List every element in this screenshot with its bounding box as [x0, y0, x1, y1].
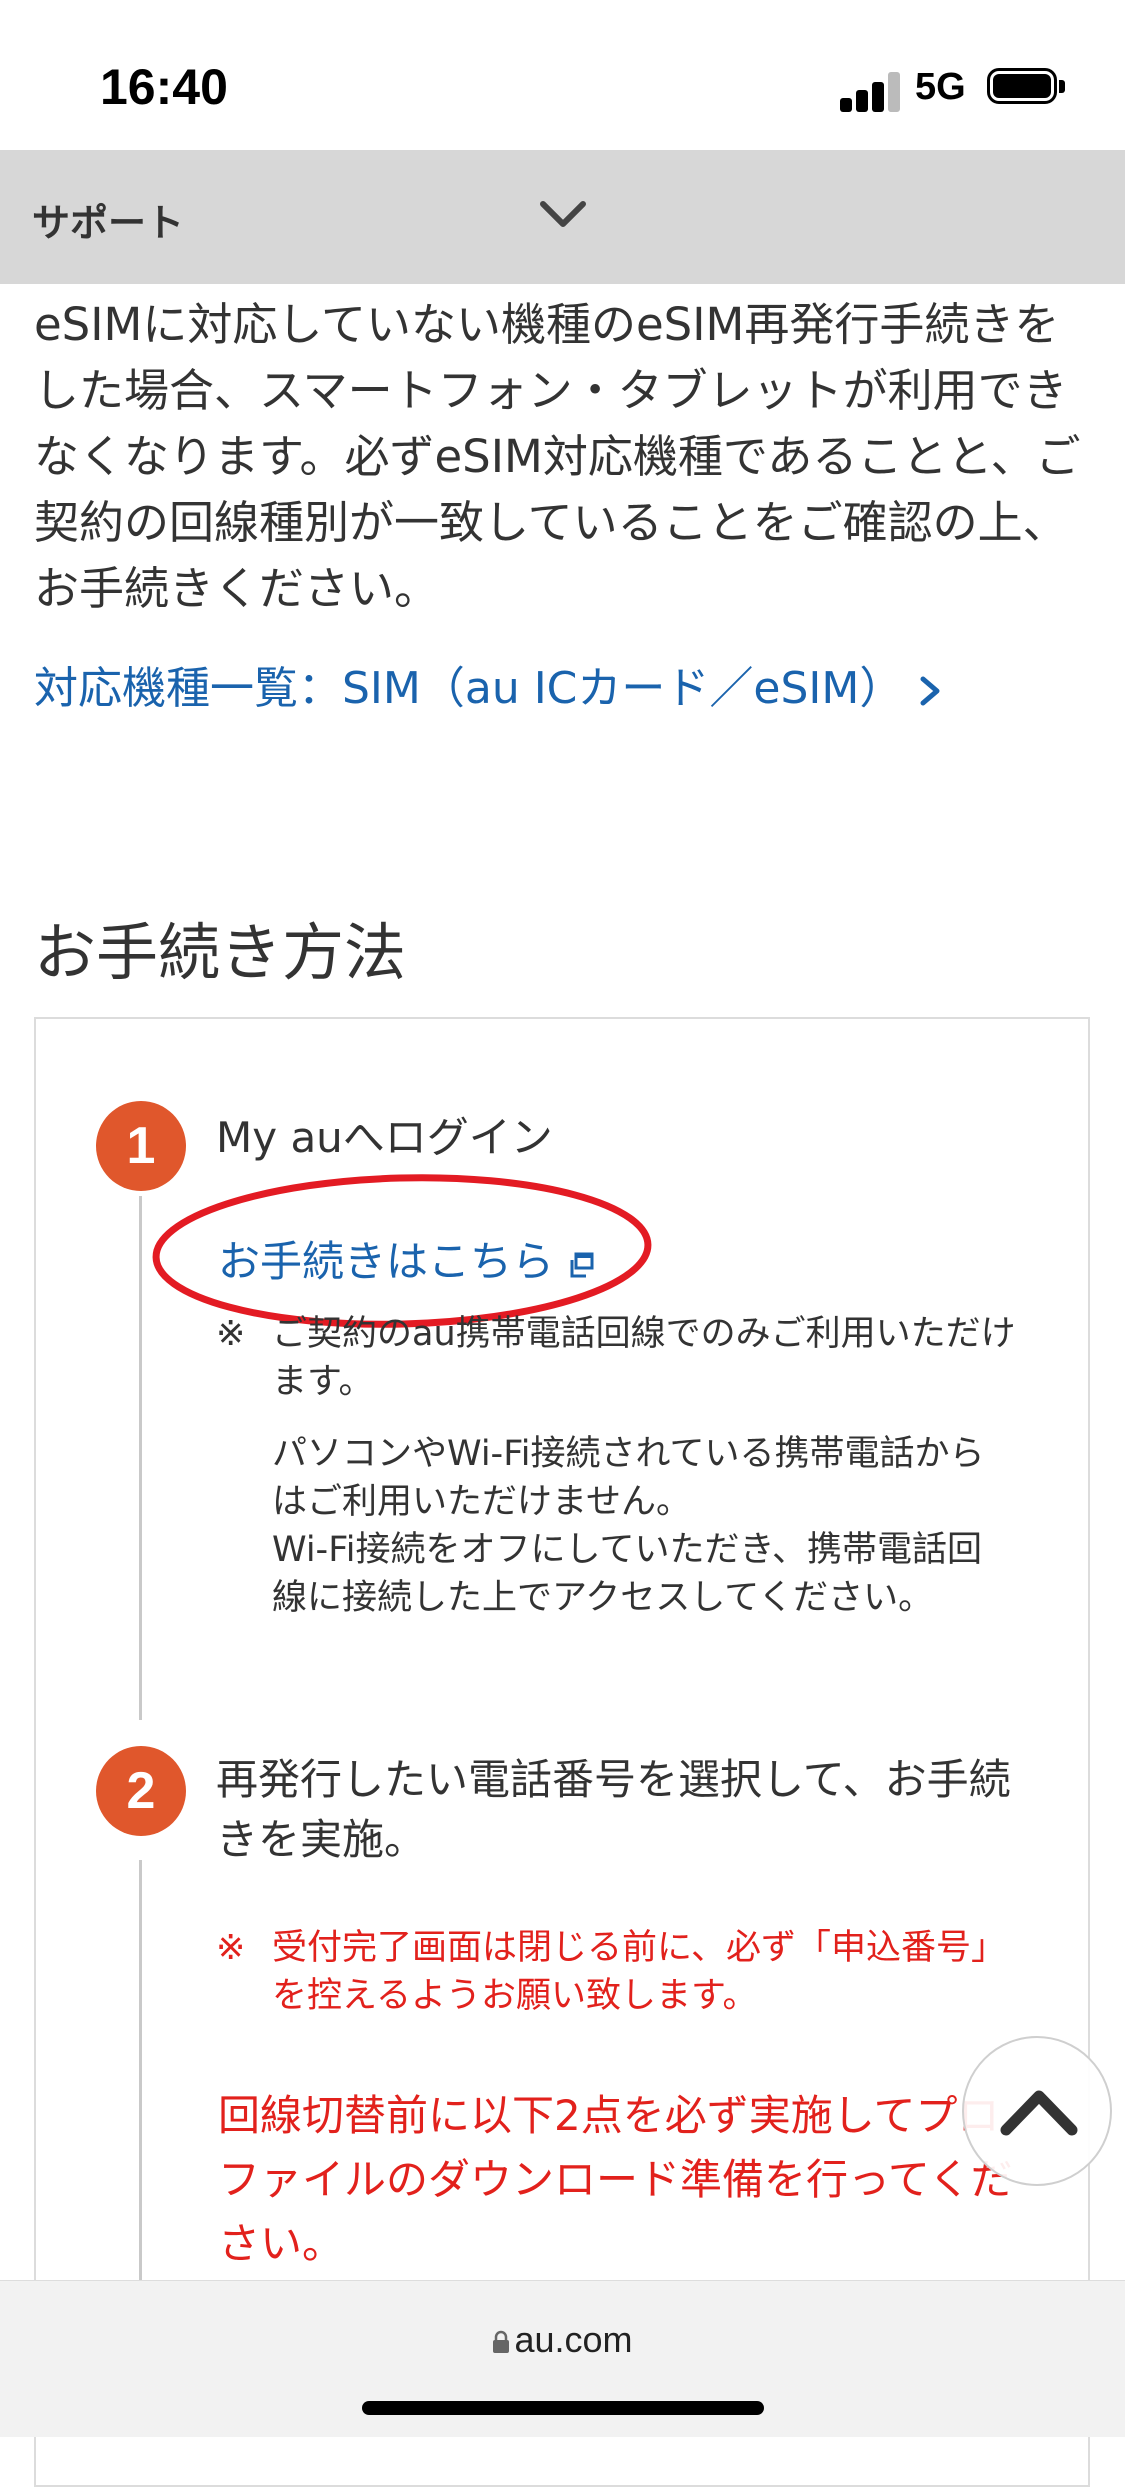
battery-icon: [987, 68, 1067, 108]
procedure-link-label: お手続きはこちら: [218, 1237, 555, 1286]
step-2-badge: 2: [96, 1746, 186, 1836]
step-2-title: 再発行したい電話番号を選択して、お手続きを実施。: [216, 1755, 1011, 1864]
external-window-icon: [570, 1252, 594, 1277]
status-bar: 16:40 5G: [0, 0, 1125, 150]
browser-url-bar[interactable]: au.com: [0, 2280, 1125, 2437]
chevron-up-icon: [1000, 2090, 1078, 2136]
status-time: 16:40: [100, 59, 228, 115]
step-1-badge: 1: [96, 1101, 186, 1191]
support-label: サポート: [32, 201, 185, 245]
step-1-note: ※ ご契約のau携帯電話回線でのみご利用いただけます。 パソコンやWi-Fi接続…: [216, 1310, 1016, 1622]
note-mark: ※: [216, 1314, 246, 1354]
compatible-models-link[interactable]: 対応機種一覧：SIM（au ICカード／eSIM）: [34, 652, 1094, 716]
lock-icon: [493, 2330, 510, 2353]
signal-icon: [840, 70, 910, 112]
step-1-note-line2: パソコンやWi-Fi接続されている携帯電話からはご利用いただけません。: [272, 1434, 985, 1522]
section-title: お手続き方法: [34, 916, 407, 989]
step-1-note-line3: Wi-Fi接続をオフにしていただき、携帯電話回線に接続した上でアクセスしてくださ…: [272, 1530, 983, 1618]
step-2-note: ※ 受付完了画面は閉じる前に、必ず「申込番号」を控えるようお願い致します。: [216, 1924, 1016, 2020]
home-indicator[interactable]: [362, 2401, 764, 2415]
compatible-models-link-label: 対応機種一覧：SIM（au ICカード／eSIM）: [34, 663, 904, 714]
step-2-note-text: 受付完了画面は閉じる前に、必ず「申込番号」を控えるようお願い致します。: [272, 1928, 1006, 2016]
step-2-warning: 回線切替前に以下2点を必ず実施してプロファイルのダウンロード準備を行ってください…: [218, 2091, 1013, 2268]
note-mark: ※: [216, 1928, 246, 1968]
support-menu-bar[interactable]: サポート: [0, 150, 1125, 284]
step-1-title: My auへログイン: [216, 1113, 553, 1162]
url-display[interactable]: au.com: [0, 2319, 1125, 2361]
chevron-right-icon: [920, 676, 940, 706]
intro-text: eSIMに対応していない機種のeSIM再発行手続きをした場合、スマートフォン・タ…: [34, 298, 1081, 615]
procedure-link[interactable]: お手続きはこちら: [218, 1228, 596, 1289]
chevron-down-icon[interactable]: [538, 196, 588, 234]
step-2-line: [139, 1860, 142, 2280]
network-type: 5G: [915, 66, 966, 108]
step-1-note-line1: ご契約のau携帯電話回線でのみご利用いただけます。: [272, 1314, 1016, 1402]
step-1-line: [139, 1196, 142, 1720]
scroll-to-top-button[interactable]: [962, 2036, 1112, 2186]
url-domain: au.com: [514, 2319, 633, 2360]
